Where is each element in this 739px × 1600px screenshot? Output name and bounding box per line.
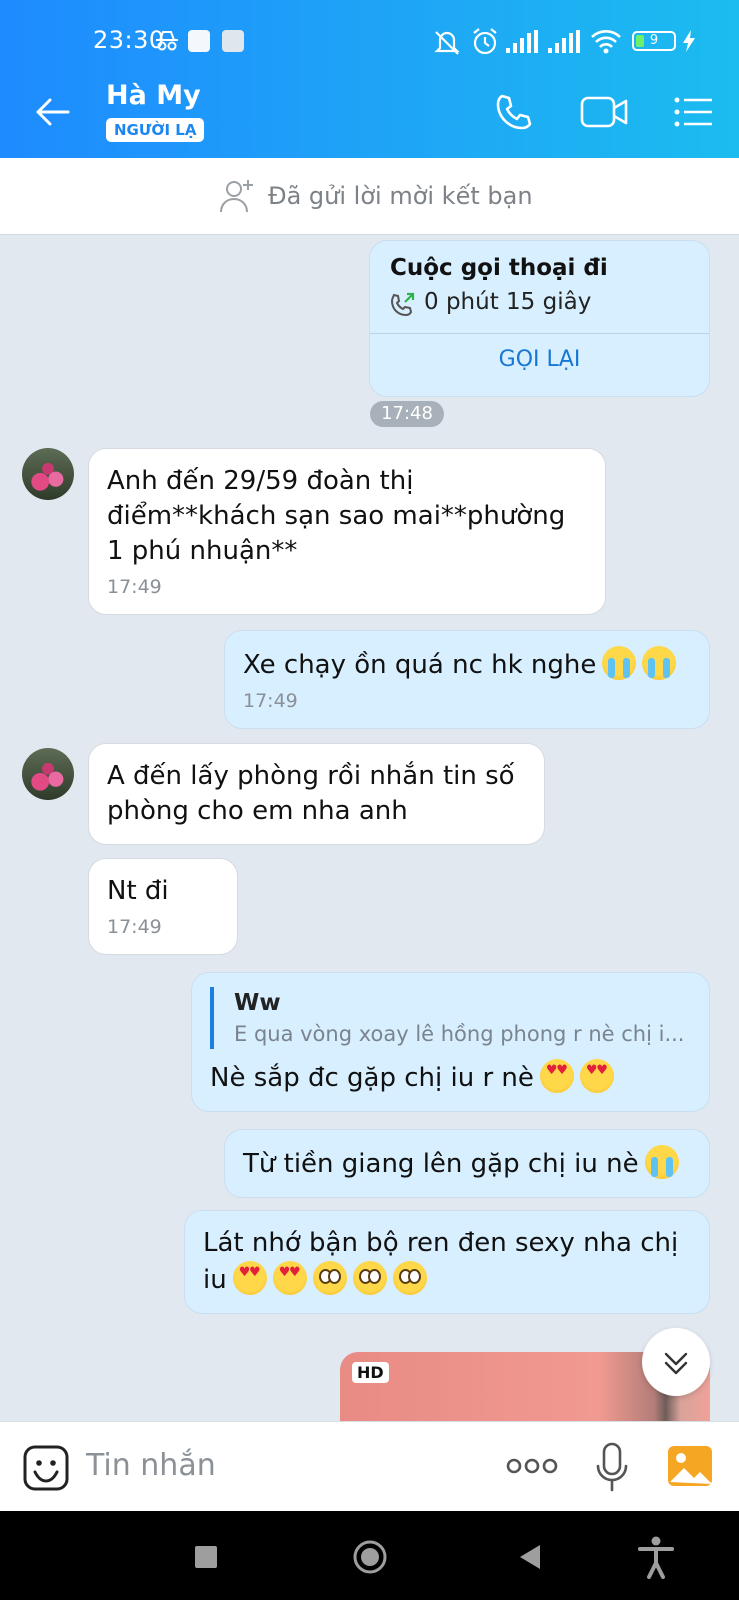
call-back-button[interactable]: GỌI LẠI [370,347,709,372]
heart-eyes-emoji-icon [539,1059,574,1093]
hd-badge: HD [352,1362,389,1383]
microphone-icon[interactable] [594,1442,630,1498]
message-text: Từ tiền giang lên gặp chị iu nè [243,1149,639,1179]
friend-request-text: Đã gửi lời mời kết bạn [268,182,533,210]
message-bubble[interactable]: Anh đến 29/59 đoàn thị điểm**khách sạn s… [88,448,606,615]
outgoing-call-card: Cuộc gọi thoại đi 0 phút 15 giây GỌI LẠI [369,240,710,397]
message-text: Nè sắp đc gặp chị iu r nè [210,1063,534,1093]
home-icon[interactable] [352,1539,388,1579]
image-gallery-icon[interactable] [666,1444,714,1492]
flushed-emoji-icon [312,1261,347,1295]
top-bar: 23:30 9 Hà My NGƯỜI LẠ [0,0,739,158]
message-time: 17:49 [107,916,162,938]
contact-name[interactable]: Hà My [106,80,201,111]
wifi-icon [590,28,622,58]
call-card-divider [370,333,709,334]
scroll-to-bottom-button[interactable] [642,1328,710,1396]
crying-emoji-icon [644,1145,679,1179]
message-time: 17:49 [107,576,162,598]
reply-message-bubble[interactable]: Ww E qua vòng xoay lê hồng phong r nè ch… [191,972,710,1112]
system-nav-bar [0,1511,739,1600]
message-list[interactable]: Cuộc gọi thoại đi 0 phút 15 giây GỌI LẠI… [0,236,739,1421]
message-bubble[interactable]: Từ tiền giang lên gặp chị iu nè [224,1129,710,1198]
friend-request-bar: Đã gửi lời mời kết bạn [0,158,739,235]
message-text: Anh đến 29/59 đoàn thị điểm**khách sạn s… [107,466,566,566]
add-friend-icon [218,176,256,214]
phone-call-icon[interactable] [492,90,536,134]
battery-level: 9 [649,33,659,48]
heart-eyes-emoji-icon [579,1059,614,1093]
message-bubble[interactable]: Lát nhớ bận bộ ren đen sexy nha chị iu [184,1210,710,1314]
message-bubble[interactable]: Nt đi 17:49 [88,858,238,955]
time-divider: 17:48 [370,401,444,427]
crying-emoji-icon [602,646,637,680]
chat-header: Hà My NGƯỜI LẠ [0,68,739,158]
message-text: Xe chạy ồn quá nc hk nghe [243,650,597,680]
crying-emoji-icon [642,646,677,680]
back-arrow-icon[interactable] [32,92,72,132]
flushed-emoji-icon [392,1261,427,1295]
message-composer: Tin nhắn [0,1421,739,1511]
message-text: Nt đi [107,876,169,906]
quoted-author: Ww [234,990,281,1016]
message-text: A đến lấy phòng rồi nhắn tin số phòng ch… [107,761,515,826]
heart-eyes-emoji-icon [232,1261,267,1295]
charging-icon [682,30,696,56]
double-chevron-down-icon [664,1352,688,1375]
quoted-message[interactable]: Ww E qua vòng xoay lê hồng phong r nè ch… [210,987,691,1049]
signal-2-icon [548,30,580,58]
menu-list-icon[interactable] [672,90,716,134]
incognito-icon [154,30,180,56]
signal-icon [506,30,538,58]
heart-eyes-emoji-icon [272,1261,307,1295]
notification-app-icon [188,30,210,52]
quoted-text: E qua vòng xoay lê hồng phong r nè chị i… [234,1022,685,1046]
message-time: 17:49 [243,690,298,712]
flushed-emoji-icon [352,1261,387,1295]
call-title: Cuộc gọi thoại đi [390,255,608,281]
contact-avatar[interactable] [22,748,74,800]
stranger-badge: NGƯỜI LẠ [106,118,205,142]
back-nav-icon[interactable] [518,1544,542,1574]
more-options-icon[interactable] [506,1456,558,1480]
contact-avatar[interactable] [22,448,74,500]
notification-photo-icon [222,30,244,52]
message-input[interactable]: Tin nhắn [86,1448,216,1483]
battery-icon: 9 [632,31,676,51]
accessibility-icon[interactable] [636,1535,676,1583]
status-bar: 23:30 9 [0,0,739,68]
message-bubble[interactable]: Xe chạy ồn quá nc hk nghe 17:49 [224,630,710,729]
sticker-emoji-icon[interactable] [22,1444,70,1496]
call-duration: 0 phút 15 giây [424,289,592,315]
outgoing-call-icon [388,291,416,319]
mute-bell-icon [432,28,462,60]
recents-icon[interactable] [194,1545,218,1573]
alarm-icon [470,27,500,61]
video-call-icon[interactable] [580,90,630,134]
message-bubble[interactable]: A đến lấy phòng rồi nhắn tin số phòng ch… [88,743,545,845]
